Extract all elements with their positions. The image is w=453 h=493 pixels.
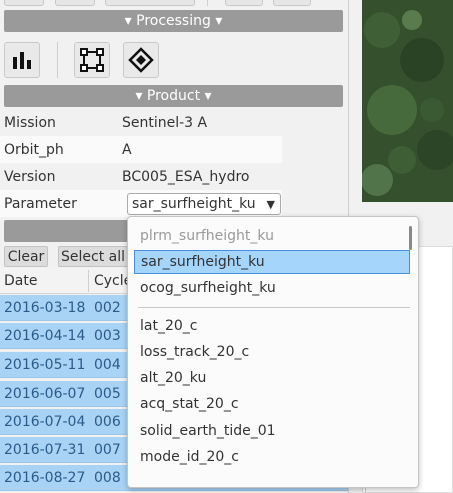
cell-date: 2016-04-14	[4, 328, 86, 344]
processing-section-header[interactable]: ▾ Processing ▾	[4, 10, 343, 32]
processing-header-label: ▾ Processing ▾	[124, 13, 223, 29]
option-solid-earth-tide-01[interactable]: solid_earth_tide_01	[134, 419, 410, 443]
cell-date: 2016-07-31	[4, 442, 86, 458]
property-row-orbit: Orbit_ph A	[0, 136, 282, 163]
tool-separator	[57, 42, 58, 78]
cell-date: 2016-05-11	[4, 357, 86, 373]
parameter-select[interactable]: sar_surfheight_ku ▼	[127, 193, 281, 215]
cell-date: 2016-08-27	[4, 470, 86, 486]
cell-date: 2016-06-07	[4, 386, 86, 402]
toolbar-button-5[interactable]	[273, 0, 311, 6]
satellite-image	[362, 0, 453, 202]
cell-cycle: 003	[94, 328, 121, 344]
option-acq-stat-20-c[interactable]: acq_stat_20_c	[134, 392, 410, 416]
clear-label: Clear	[7, 248, 45, 265]
option-plrm-surfheight-ku: plrm_surfheight_ku	[140, 228, 274, 244]
cell-cycle: 007	[94, 442, 121, 458]
property-key: Parameter	[4, 195, 77, 212]
product-header-label: ▾ Product ▾	[135, 88, 212, 104]
property-value: A	[122, 141, 132, 158]
caret-down-icon: ▼	[266, 197, 275, 211]
cell-date: 2016-03-18	[4, 300, 86, 316]
map-view[interactable]	[362, 0, 453, 202]
select-all-label: Select all	[61, 248, 125, 265]
column-divider	[88, 270, 89, 292]
option-alt-20-ku[interactable]: alt_20_ku	[134, 366, 410, 390]
property-key: Mission	[4, 114, 56, 131]
cell-cycle: 006	[94, 414, 121, 430]
cell-cycle: 002	[94, 300, 121, 316]
clear-button[interactable]: Clear	[4, 246, 48, 267]
bounding-box-button[interactable]	[74, 42, 110, 78]
cell-cycle: 004	[94, 357, 121, 373]
toolbar-divider	[207, 0, 208, 6]
property-value: Sentinel-3 A	[122, 114, 208, 131]
parameter-dropdown-list[interactable]: plrm_surfheight_ku sar_surfheight_ku oco…	[127, 216, 419, 488]
parameter-select-value: sar_surfheight_ku	[132, 196, 256, 212]
bar-chart-icon	[13, 52, 31, 69]
diamond-target-icon	[128, 47, 154, 73]
cell-cycle: 005	[94, 386, 121, 402]
option-lat-20-c[interactable]: lat_20_c	[134, 314, 410, 338]
diamond-target-button[interactable]	[123, 42, 159, 78]
select-all-button[interactable]: Select all	[58, 246, 128, 267]
toolbar-button-4[interactable]	[225, 0, 263, 6]
option-ocog-surfheight-ku[interactable]: ocog_surfheight_ku	[134, 276, 410, 300]
column-header-date[interactable]: Date	[4, 268, 37, 294]
bounding-box-icon	[80, 48, 104, 72]
dropdown-separator	[138, 307, 410, 308]
property-value: BC005_ESA_hydro	[122, 168, 250, 185]
toolbar-button-3[interactable]	[105, 0, 195, 6]
option-loss-track-20-c[interactable]: loss_track_20_c	[134, 340, 410, 364]
property-key: Orbit_ph	[4, 141, 64, 158]
option-sar-surfheight-ku[interactable]: sar_surfheight_ku	[134, 250, 410, 274]
property-key: Version	[4, 168, 56, 185]
toolbar-button-2[interactable]	[55, 0, 95, 6]
cell-cycle: 008	[94, 470, 121, 486]
toolbar-button-1[interactable]	[4, 0, 44, 6]
bar-chart-button[interactable]	[4, 42, 40, 78]
property-row-version: Version BC005_ESA_hydro	[0, 163, 282, 190]
property-row-mission: Mission Sentinel-3 A	[0, 109, 282, 136]
product-section-header[interactable]: ▾ Product ▾	[4, 85, 343, 107]
cell-date: 2016-07-04	[4, 414, 86, 430]
option-mode-id-20-c[interactable]: mode_id_20_c	[134, 445, 410, 469]
